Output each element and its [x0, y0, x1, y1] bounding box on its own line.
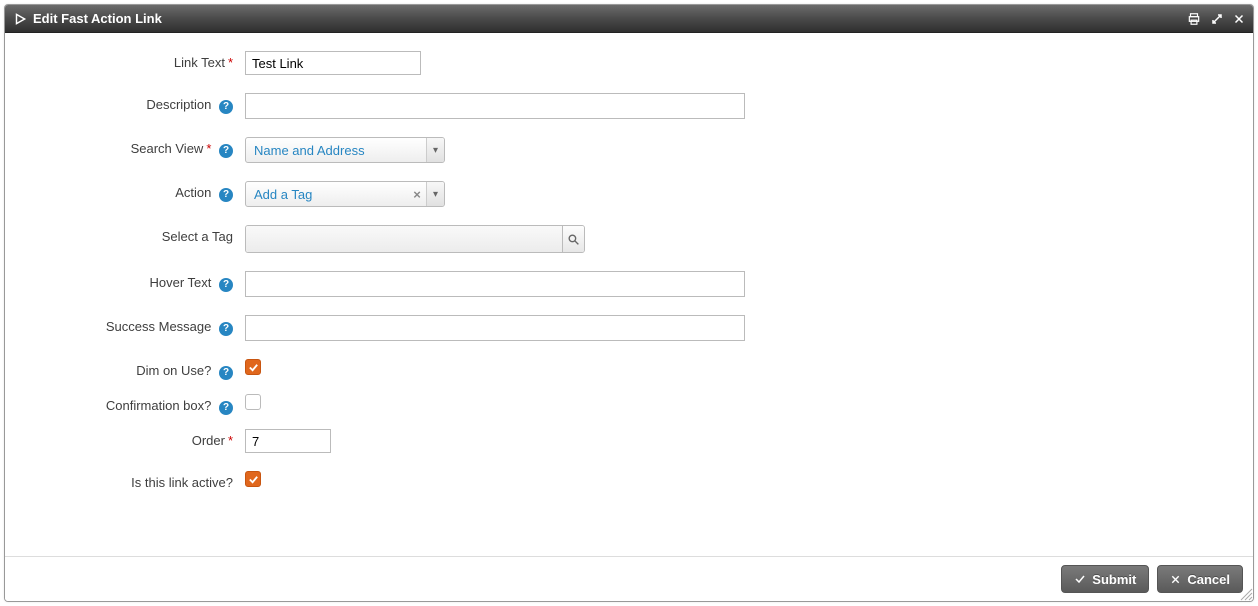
order-input[interactable]	[245, 429, 331, 453]
required-marker: *	[228, 55, 233, 70]
action-select[interactable]: Add a Tag × ▾	[245, 181, 445, 207]
cancel-label: Cancel	[1187, 572, 1230, 587]
row-link-text: Link Text*	[15, 51, 1243, 75]
row-confirmation-box: Confirmation box? ?	[15, 394, 1243, 415]
required-marker: *	[228, 433, 233, 448]
row-action: Action ? Add a Tag × ▾	[15, 181, 1243, 207]
chevron-down-icon: ▾	[426, 182, 444, 206]
description-input[interactable]	[245, 93, 745, 119]
submit-label: Submit	[1092, 572, 1136, 587]
help-icon[interactable]: ?	[219, 278, 233, 292]
required-marker: *	[206, 141, 211, 156]
hover-text-input[interactable]	[245, 271, 745, 297]
tag-search	[245, 225, 585, 253]
print-icon[interactable]	[1187, 12, 1201, 26]
select-value: Add a Tag	[246, 187, 408, 202]
confirmation-box-checkbox[interactable]	[245, 394, 261, 410]
chevron-down-icon: ▾	[426, 138, 444, 162]
row-select-tag: Select a Tag	[15, 225, 1243, 253]
dialog-window: Edit Fast Action Link Link Text*	[4, 4, 1254, 602]
help-icon[interactable]: ?	[219, 401, 233, 415]
label-success-message: Success Message ?	[15, 315, 245, 336]
help-icon[interactable]: ?	[219, 144, 233, 158]
label-select-tag: Select a Tag	[15, 225, 245, 244]
label-link-text: Link Text*	[15, 51, 245, 70]
label-order: Order*	[15, 429, 245, 448]
row-success-message: Success Message ?	[15, 315, 1243, 341]
close-icon[interactable]	[1233, 13, 1245, 25]
submit-button[interactable]: Submit	[1061, 565, 1149, 593]
label-search-view: Search View* ?	[15, 137, 245, 158]
dialog-title: Edit Fast Action Link	[33, 11, 162, 26]
search-view-select[interactable]: Name and Address ▾	[245, 137, 445, 163]
row-dim-on-use: Dim on Use? ?	[15, 359, 1243, 380]
row-description: Description ?	[15, 93, 1243, 119]
link-text-input[interactable]	[245, 51, 421, 75]
help-icon[interactable]: ?	[219, 322, 233, 336]
search-icon[interactable]	[562, 226, 584, 252]
form-content: Link Text* Description ? Search View* ?	[5, 33, 1253, 556]
help-icon[interactable]: ?	[219, 100, 233, 114]
app-icon	[13, 12, 27, 26]
is-active-checkbox[interactable]	[245, 471, 261, 487]
select-value: Name and Address	[246, 143, 426, 158]
label-confirmation-box: Confirmation box? ?	[15, 394, 245, 415]
tag-search-input[interactable]	[246, 226, 562, 252]
cancel-button[interactable]: Cancel	[1157, 565, 1243, 593]
row-search-view: Search View* ? Name and Address ▾	[15, 137, 1243, 163]
dialog-footer: Submit Cancel	[5, 556, 1253, 601]
label-dim-on-use: Dim on Use? ?	[15, 359, 245, 380]
label-is-active: Is this link active?	[15, 471, 245, 490]
help-icon[interactable]: ?	[219, 366, 233, 380]
label-hover-text: Hover Text ?	[15, 271, 245, 292]
row-is-active: Is this link active?	[15, 471, 1243, 490]
row-order: Order*	[15, 429, 1243, 453]
dim-on-use-checkbox[interactable]	[245, 359, 261, 375]
label-action: Action ?	[15, 181, 245, 202]
row-hover-text: Hover Text ?	[15, 271, 1243, 297]
expand-icon[interactable]	[1211, 13, 1223, 25]
label-description: Description ?	[15, 93, 245, 114]
clear-icon[interactable]: ×	[408, 187, 426, 202]
success-message-input[interactable]	[245, 315, 745, 341]
help-icon[interactable]: ?	[219, 188, 233, 202]
titlebar: Edit Fast Action Link	[5, 5, 1253, 33]
